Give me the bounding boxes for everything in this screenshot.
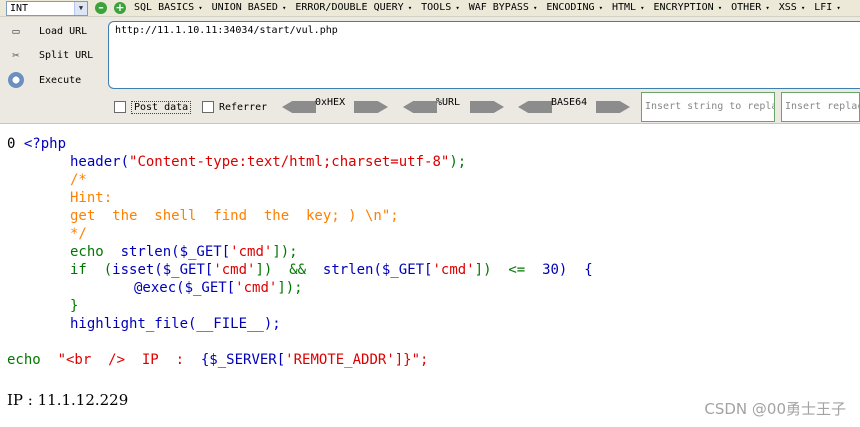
- split-url-button[interactable]: ✂ Split URL: [8, 46, 93, 64]
- code-line-if: if (isset($_GET['cmd']) && strlen($_GET[…: [70, 261, 593, 279]
- url-textarea[interactable]: http://11.1.10.11:34034/start/vul.php: [108, 21, 860, 89]
- code-string: 'cmd': [213, 262, 256, 278]
- code-keyword: echo: [7, 352, 58, 368]
- referrer-checkbox[interactable]: Referrer: [202, 98, 267, 116]
- base64-decode-arrow-icon[interactable]: [518, 101, 552, 113]
- code-fn: header(: [70, 154, 130, 170]
- code-punct: ]): [255, 262, 290, 278]
- code-line-hint-text: get the shell find the key; ) \n";: [70, 208, 399, 224]
- menu-xss[interactable]: XSS: [779, 2, 806, 13]
- type-select-value: INT: [10, 3, 29, 14]
- php-open-tag: <?php: [23, 136, 67, 152]
- code-line-comment-open: /*: [70, 172, 87, 188]
- code-keyword: if (: [70, 262, 113, 278]
- hackbar-panel: INT ▼ – + SQL BASICS UNION BASED ERROR/D…: [0, 0, 860, 124]
- code-line-header: header("Content-type:text/html;charset=u…: [70, 153, 466, 171]
- code-operator: &&: [289, 262, 307, 278]
- code-punct: ]): [474, 262, 509, 278]
- plus-icon[interactable]: +: [114, 2, 126, 14]
- base64-label: BASE64: [551, 97, 588, 108]
- post-data-box[interactable]: [114, 101, 126, 113]
- code-line-brace: }: [70, 298, 79, 314]
- load-icon: ▭: [12, 24, 20, 38]
- menu-html[interactable]: HTML: [612, 2, 645, 13]
- code-line-echo: echo strlen($_GET['cmd']);: [70, 243, 298, 261]
- type-select[interactable]: INT ▼: [6, 1, 88, 16]
- menu-error-double-query[interactable]: ERROR/DOUBLE QUERY: [295, 2, 412, 13]
- referrer-box[interactable]: [202, 101, 214, 113]
- csdn-watermark: CSDN @00勇士王子: [704, 400, 846, 418]
- code-line-open: 0 <?php: [7, 135, 66, 153]
- menu-tools[interactable]: TOOLS: [421, 2, 460, 13]
- menu-sql-basics[interactable]: SQL BASICS: [134, 2, 203, 13]
- post-data-checkbox[interactable]: Post data: [114, 98, 192, 116]
- chevron-down-icon[interactable]: ▼: [74, 2, 87, 15]
- replace-string-placeholder: Insert string to replace: [645, 101, 774, 112]
- menu-other[interactable]: OTHER: [731, 2, 770, 13]
- code-punct: ]}";: [394, 352, 429, 368]
- referrer-label: Referrer: [219, 101, 268, 113]
- replacing-string-input[interactable]: Insert replacing string: [781, 92, 860, 122]
- post-data-label: Post data: [131, 100, 192, 114]
- replacing-string-placeholder: Insert replacing string: [785, 101, 859, 112]
- split-url-label: Split URL: [39, 49, 94, 61]
- code-line-exec: @exec($_GET['cmd']);: [134, 279, 303, 297]
- output-prefix: 0: [7, 136, 24, 152]
- code-fn: strlen($_GET[: [120, 244, 231, 260]
- load-url-button[interactable]: ▭ Load URL: [8, 22, 87, 40]
- code-line-echo-ip: echo "<br /> IP : {$_SERVER['REMOTE_ADDR…: [7, 351, 428, 369]
- minus-icon[interactable]: –: [95, 2, 107, 14]
- base64-encode-arrow-icon[interactable]: [596, 101, 630, 113]
- code-punct: ]);: [272, 244, 298, 260]
- hackbar-menu: SQL BASICS UNION BASED ERROR/DOUBLE QUER…: [134, 2, 850, 13]
- play-icon: ▶: [8, 72, 24, 88]
- url-decode-arrow-icon[interactable]: [403, 101, 437, 113]
- url-label: %URL: [436, 97, 461, 108]
- code-fn: strlen($_GET[: [306, 262, 433, 278]
- url-encode-arrow-icon[interactable]: [470, 101, 504, 113]
- code-punct: );: [449, 154, 467, 170]
- load-url-label: Load URL: [39, 25, 88, 37]
- code-string: 'cmd': [230, 244, 273, 260]
- hex-encode-arrow-icon[interactable]: [354, 101, 388, 113]
- hackbar-menubar: INT ▼ – + SQL BASICS UNION BASED ERROR/D…: [0, 0, 860, 17]
- code-line-comment-close: */: [70, 226, 87, 242]
- menu-waf-bypass[interactable]: WAF BYPASS: [469, 2, 538, 13]
- execute-button[interactable]: ▶ Execute: [8, 71, 81, 89]
- code-number: 30) {: [525, 262, 593, 278]
- ip-output: IP : 11.1.12.229: [7, 391, 129, 409]
- menu-encoding[interactable]: ENCODING: [546, 2, 603, 13]
- url-value: http://11.1.10.11:34034/start/vul.php: [115, 25, 338, 36]
- menu-union-based[interactable]: UNION BASED: [212, 2, 287, 13]
- code-punct: ]);: [277, 280, 303, 296]
- hex-decode-arrow-icon[interactable]: [282, 101, 316, 113]
- code-line-hint: Hint:: [70, 190, 113, 206]
- code-string: 'cmd': [432, 262, 475, 278]
- code-string: "<br /> IP :: [57, 352, 201, 368]
- scissors-icon: ✂: [12, 48, 20, 62]
- code-var: {$_SERVER[: [200, 352, 286, 368]
- menu-encryption[interactable]: ENCRYPTION: [653, 2, 722, 13]
- code-keyword: echo: [70, 244, 121, 260]
- code-fn: isset($_GET[: [112, 262, 214, 278]
- code-fn: @exec($_GET[: [134, 280, 236, 296]
- replace-string-input[interactable]: Insert string to replace: [641, 92, 775, 122]
- execute-label: Execute: [39, 74, 82, 86]
- code-string: 'cmd': [235, 280, 278, 296]
- code-string: 'REMOTE_ADDR': [285, 352, 395, 368]
- code-line-highlight: highlight_file(__FILE__);: [70, 316, 281, 332]
- hex-label: 0xHEX: [315, 97, 346, 108]
- menu-lfi[interactable]: LFI: [814, 2, 841, 13]
- code-operator: <=: [508, 262, 526, 278]
- code-string: "Content-type:text/html;charset=utf-8": [129, 154, 450, 170]
